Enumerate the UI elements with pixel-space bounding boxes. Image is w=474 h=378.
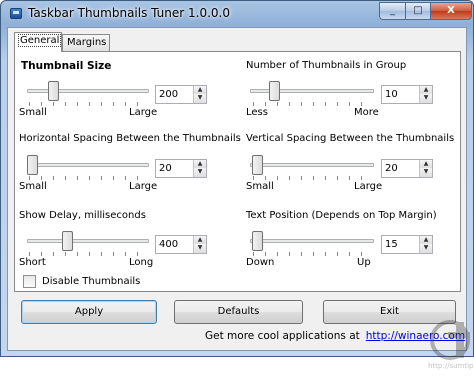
- thumbnails-in-group-label: Number of Thumbnails in Group: [246, 60, 407, 71]
- thumbnails-in-group-spinbox[interactable]: ▲ ▼: [381, 85, 433, 104]
- show-delay-max-label: Long: [129, 257, 154, 268]
- horizontal-spacing-track: [27, 163, 149, 167]
- thumbnail-size-spinbox[interactable]: ▲ ▼: [155, 85, 207, 104]
- horizontal-spacing-label: Horizontal Spacing Between the Thumbnail…: [19, 133, 241, 144]
- tab-general[interactable]: General: [14, 32, 62, 52]
- watermark-text: http://sumtips.com: [428, 362, 474, 370]
- watermark-icon: [430, 320, 470, 360]
- show-delay-slider-thumb[interactable]: [62, 231, 73, 251]
- vertical-spacing-spinbox[interactable]: ▲ ▼: [381, 159, 433, 178]
- text-position-slider-thumb[interactable]: [252, 231, 263, 251]
- close-button[interactable]: X: [430, 2, 472, 20]
- thumbnail-size-input[interactable]: [156, 86, 194, 103]
- show-delay-input[interactable]: [156, 236, 194, 253]
- vertical-spacing-slider-thumb[interactable]: [252, 155, 263, 175]
- vertical-spacing-max-label: Large: [354, 181, 383, 192]
- vertical-spacing-label: Vertical Spacing Between the Thumbnails: [246, 133, 455, 144]
- thumbnail-size-min-label: Small: [19, 107, 47, 118]
- thumbnails-in-group-min-label: Less: [246, 107, 268, 118]
- vertical-spacing-min-label: Small: [246, 181, 274, 192]
- tab-margins-label: Margins: [67, 37, 107, 48]
- horizontal-spacing-ticks: [29, 176, 149, 180]
- apply-button[interactable]: Apply: [21, 300, 157, 324]
- vertical-spacing-ticks: [253, 176, 373, 180]
- horizontal-spacing-spinbox[interactable]: ▲ ▼: [155, 159, 207, 178]
- text-position-spinbox[interactable]: ▲ ▼: [381, 235, 433, 254]
- footer: Get more cool applications at http://wina…: [205, 330, 465, 342]
- horizontal-spacing-slider-thumb[interactable]: [27, 155, 38, 175]
- show-delay-min-label: Short: [19, 257, 46, 268]
- footer-text: Get more cool applications at: [205, 330, 360, 342]
- disable-thumbnails-checkbox[interactable]: [23, 275, 36, 288]
- horizontal-spacing-down-arrow-icon[interactable]: ▼: [193, 168, 206, 177]
- thumbnail-size-label: Thumbnail Size: [21, 60, 112, 72]
- text-position-min-label: Down: [246, 257, 275, 268]
- text-position-track: [250, 239, 374, 243]
- general-tab-panel: Thumbnail Size Small Large ▲ ▼ Number of…: [14, 51, 461, 292]
- show-delay-track: [27, 239, 149, 243]
- thumbnails-in-group-down-arrow-icon[interactable]: ▼: [419, 94, 432, 103]
- thumbnails-in-group-input[interactable]: [382, 86, 420, 103]
- thumbnail-size-ticks: [29, 102, 149, 106]
- title-bar[interactable]: Taskbar Thumbnails Tuner 1.0.0.0 _ □ X: [1, 1, 473, 27]
- disable-thumbnails-label[interactable]: Disable Thumbnails: [42, 276, 140, 287]
- client-area: General Margins Thumbnail Size Small Lar…: [7, 27, 474, 370]
- thumbnail-size-track: [27, 89, 149, 93]
- tab-general-label: General: [17, 34, 62, 47]
- horizontal-spacing-input[interactable]: [156, 160, 194, 177]
- text-position-ticks: [253, 252, 373, 256]
- watermark-logo: http://sumtips.com: [428, 318, 474, 378]
- thumbnail-size-max-label: Large: [129, 107, 158, 118]
- maximize-button[interactable]: □: [405, 2, 431, 20]
- text-position-label: Text Position (Depends on Top Margin): [246, 210, 437, 221]
- show-delay-spinbox[interactable]: ▲ ▼: [155, 235, 207, 254]
- defaults-button[interactable]: Defaults: [174, 300, 303, 324]
- vertical-spacing-track: [250, 163, 374, 167]
- text-position-down-arrow-icon[interactable]: ▼: [419, 244, 432, 253]
- horizontal-spacing-max-label: Large: [129, 181, 158, 192]
- text-position-max-label: Up: [357, 257, 371, 268]
- text-position-input[interactable]: [382, 236, 420, 253]
- vertical-spacing-down-arrow-icon[interactable]: ▼: [419, 168, 432, 177]
- tab-margins[interactable]: Margins: [62, 34, 110, 52]
- vertical-spacing-input[interactable]: [382, 160, 420, 177]
- horizontal-spacing-min-label: Small: [19, 181, 47, 192]
- show-delay-ticks: [29, 252, 149, 256]
- thumbnail-size-down-arrow-icon[interactable]: ▼: [193, 94, 206, 103]
- show-delay-down-arrow-icon[interactable]: ▼: [193, 244, 206, 253]
- show-delay-label: Show Delay, milliseconds: [19, 210, 146, 221]
- thumbnails-in-group-max-label: More: [354, 107, 379, 118]
- minimize-button[interactable]: _: [379, 2, 406, 20]
- app-window: Taskbar Thumbnails Tuner 1.0.0.0 _ □ X G…: [0, 0, 474, 370]
- thumbnails-in-group-ticks: [253, 102, 373, 106]
- thumbnail-size-slider-thumb[interactable]: [48, 81, 59, 101]
- app-icon: [10, 8, 22, 19]
- window-title: Taskbar Thumbnails Tuner 1.0.0.0: [28, 6, 230, 20]
- thumbnails-in-group-slider-thumb[interactable]: [269, 81, 280, 101]
